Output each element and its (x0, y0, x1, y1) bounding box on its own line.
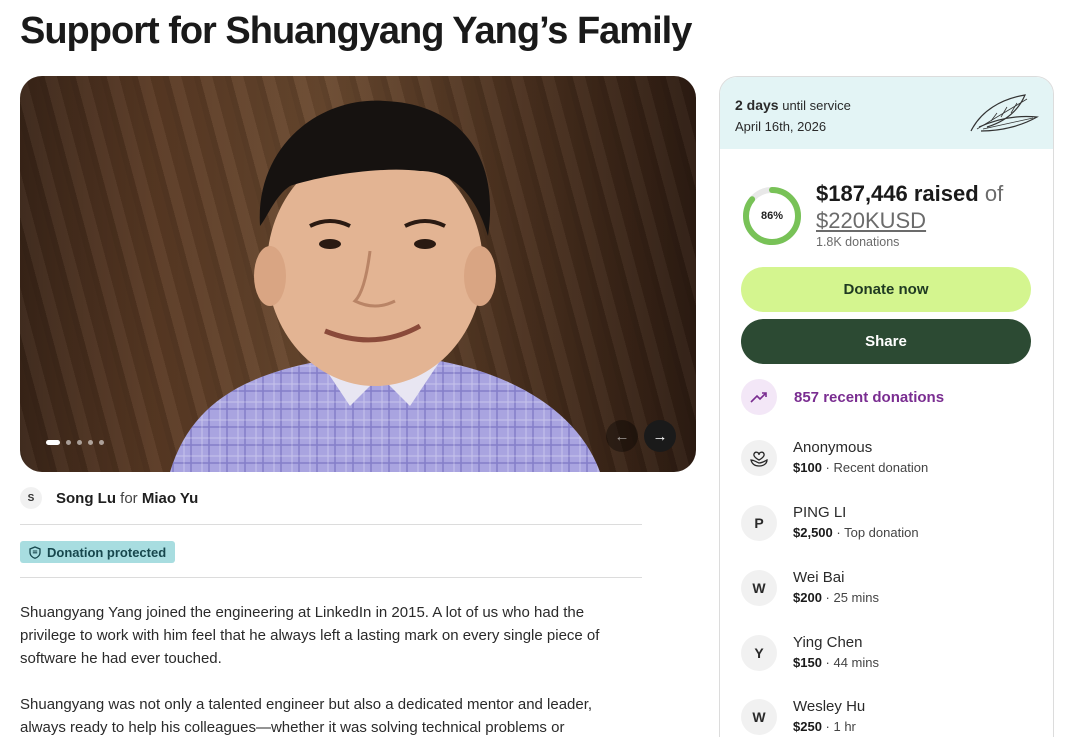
donor-name: Anonymous (793, 439, 873, 456)
hero-image[interactable]: ← → (20, 76, 696, 472)
carousel-dot[interactable] (77, 440, 82, 445)
carousel-dot[interactable] (66, 440, 71, 445)
shield-icon (29, 545, 41, 559)
countdown-days: 2 days (735, 97, 779, 113)
raised-of: of (984, 181, 1004, 206)
donor-avatar: P (741, 505, 777, 541)
organizer-line: S Song Lu for Miao Yu (20, 487, 198, 509)
donor-name: PING LI (793, 504, 847, 521)
person-photo (170, 100, 600, 472)
donor-info: Wesley Hu $250 · 1 hr (793, 697, 865, 737)
donor-row: W Wesley Hu $250 · 1 hr (741, 697, 865, 737)
raised-amount: $187,446 raised (816, 181, 979, 206)
donor-note: · 1 hr (825, 719, 856, 734)
donor-info: Wei Bai $200 · 25 mins (793, 568, 879, 608)
arrow-left-icon: ← (614, 427, 630, 445)
donor-detail: $2,500 · Top donation (793, 523, 919, 543)
divider (20, 577, 642, 578)
donation-protected-badge[interactable]: Donation protected (20, 541, 176, 563)
donor-detail: $100 · Recent donation (793, 458, 928, 478)
recent-donations-label: 857 recent donations (794, 388, 945, 406)
donor-avatar: Y (741, 635, 777, 671)
organizer-name[interactable]: Song Lu (56, 490, 116, 507)
donor-info: Ying Chen $150 · 44 mins (793, 633, 879, 673)
share-button[interactable]: Share (741, 319, 1031, 364)
countdown-banner: 2 days until service April 16th, 2026 (720, 77, 1053, 149)
donor-info: PING LI $2,500 · Top donation (793, 503, 919, 543)
donor-row: Anonymous $100 · Recent donation (741, 438, 928, 478)
donor-note: · Top donation (836, 525, 919, 540)
donor-note: · Recent donation (825, 460, 929, 475)
hand-heart-icon (741, 440, 777, 476)
organizer-avatar: S (20, 487, 42, 509)
countdown-suffix: until service (782, 98, 851, 113)
donor-row: Y Ying Chen $150 · 44 mins (741, 633, 879, 673)
page-title: Support for Shuangyang Yang’s Family (20, 10, 692, 52)
carousel-dot[interactable] (46, 440, 60, 445)
arrow-right-icon: → (652, 427, 668, 445)
donor-name: Wei Bai (793, 569, 845, 586)
organizer-for: for (120, 489, 138, 507)
badge-label: Donation protected (47, 544, 167, 560)
donor-amount: $200 (793, 590, 822, 605)
divider (20, 524, 642, 525)
carousel-next-button[interactable]: → (644, 420, 676, 452)
carousel-dots (46, 440, 104, 445)
donor-avatar: W (741, 699, 777, 735)
donation-card: 2 days until service April 16th, 2026 86… (719, 76, 1054, 737)
donor-amount: $100 (793, 460, 822, 475)
donor-name: Ying Chen (793, 634, 863, 651)
donor-note: · 25 mins (825, 590, 880, 605)
story-paragraph: Shuangyang Yang joined the engineering a… (20, 604, 600, 667)
story-paragraph: Shuangyang was not only a talented engin… (20, 696, 593, 736)
donor-name: Wesley Hu (793, 698, 866, 715)
donor-amount: $2,500 (793, 525, 833, 540)
donor-detail: $250 · 1 hr (793, 717, 865, 737)
donor-amount: $150 (793, 655, 822, 670)
organizer-text: Song Lu for Miao Yu (56, 490, 198, 507)
donor-detail: $150 · 44 mins (793, 653, 879, 673)
progress-percent: 86% (760, 210, 784, 222)
donate-now-button[interactable]: Donate now (741, 267, 1031, 312)
amount-raised: $187,446 raised of (816, 180, 1003, 208)
beneficiary-name[interactable]: Miao Yu (142, 490, 198, 507)
goal-amount[interactable]: $220KUSD (816, 207, 926, 235)
carousel-prev-button[interactable]: ← (606, 420, 638, 452)
donation-count: 1.8K donations (816, 235, 900, 249)
donor-info: Anonymous $100 · Recent donation (793, 438, 928, 478)
trending-up-icon (741, 379, 777, 415)
recent-donations-link[interactable]: 857 recent donations (741, 379, 944, 415)
donor-avatar: W (741, 570, 777, 606)
donor-amount: $250 (793, 719, 822, 734)
donor-row: W Wei Bai $200 · 25 mins (741, 568, 879, 608)
donor-detail: $200 · 25 mins (793, 588, 879, 608)
donor-row: P PING LI $2,500 · Top donation (741, 503, 919, 543)
carousel-dot[interactable] (88, 440, 93, 445)
carousel-dot[interactable] (99, 440, 104, 445)
donor-note: · 44 mins (825, 655, 880, 670)
leaf-illustration-icon (970, 94, 1039, 132)
